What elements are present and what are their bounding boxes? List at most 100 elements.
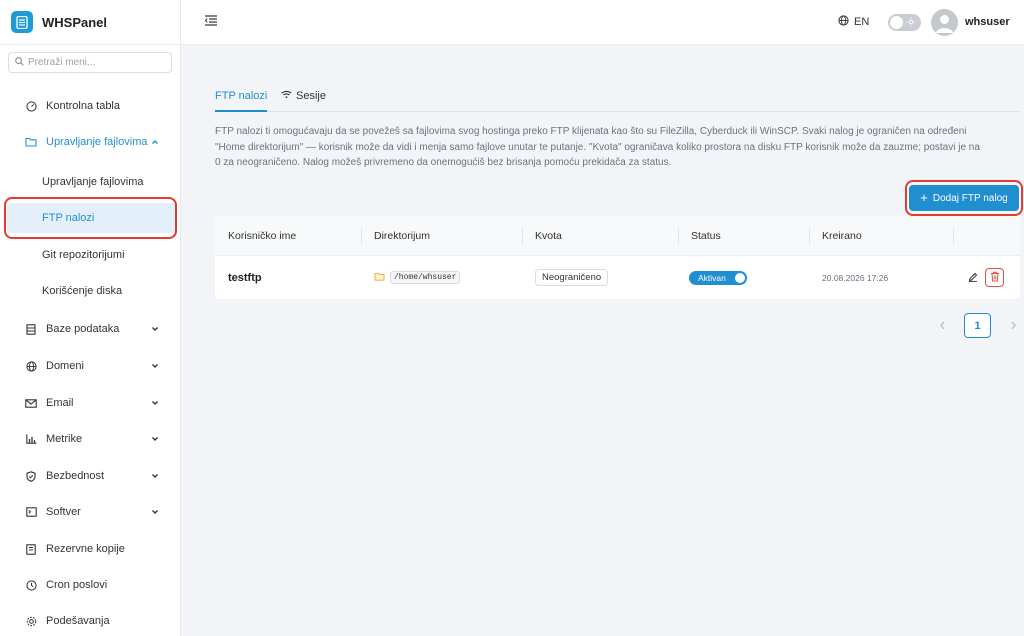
chevron-left-icon[interactable] <box>936 321 948 330</box>
button-label: Dodaj FTP nalog <box>932 192 1008 204</box>
sidebar-item-databases[interactable]: Baze podataka <box>0 314 180 344</box>
column-header[interactable]: Korisničko ime <box>228 230 296 242</box>
search-icon <box>15 56 24 69</box>
terminal-icon <box>25 506 37 518</box>
tab-label: Sesije <box>296 90 326 102</box>
menu-search[interactable] <box>8 52 172 73</box>
main-content: FTP nalozi Sesije FTP nalozi ti omogućav… <box>181 45 1024 636</box>
quota-badge: Neograničeno <box>535 269 609 286</box>
search-input[interactable] <box>28 57 158 68</box>
table-header: Korisničko ime Direktorijum Kvota Status… <box>215 216 1020 256</box>
folder-icon <box>374 272 385 284</box>
brand[interactable]: WHSPanel <box>0 0 180 45</box>
sidebar-item-cron[interactable]: Cron poslovi <box>0 570 180 600</box>
globe-icon <box>838 15 849 29</box>
column-separator <box>678 228 679 244</box>
sidebar-subitem-ftp-accounts[interactable]: FTP nalozi <box>7 203 175 233</box>
cell-quota: Neograničeno <box>535 256 609 299</box>
menu-collapse-icon[interactable] <box>204 15 219 29</box>
sidebar-item-metrics[interactable]: Metrike <box>0 424 180 454</box>
cell-actions <box>963 256 1004 299</box>
table-row: testftp /home/whsuser Neograničeno Aktiv… <box>215 256 1020 299</box>
add-ftp-account-button[interactable]: + Dodaj FTP nalog <box>909 185 1019 211</box>
tab-label: FTP nalozi <box>215 90 268 102</box>
chevron-down-icon <box>151 324 159 336</box>
sidebar-item-software[interactable]: Softver <box>0 497 180 527</box>
column-separator <box>361 228 362 244</box>
sidebar-item-email[interactable]: Email <box>0 388 180 418</box>
sidebar-item-security[interactable]: Bezbednost <box>0 461 180 491</box>
sidebar-item-label: Bezbednost <box>46 470 105 482</box>
page-number-current[interactable]: 1 <box>964 313 991 338</box>
avatar[interactable] <box>931 9 958 36</box>
column-header[interactable]: Status <box>691 230 721 242</box>
sidebar-subitem-label: Korišćenje diska <box>42 285 123 297</box>
directory-value: /home/whsuser <box>390 271 461 284</box>
toggle-knob <box>735 272 745 283</box>
theme-toggle[interactable] <box>888 14 921 31</box>
edit-button[interactable] <box>963 268 982 287</box>
sidebar-item-label: Rezervne kopije <box>46 543 125 555</box>
column-separator <box>522 228 523 244</box>
cell-directory: /home/whsuser <box>374 256 461 299</box>
cell-username: testftp <box>228 256 262 299</box>
sidebar-item-domains[interactable]: Domeni <box>0 351 180 381</box>
trash-icon <box>990 270 1000 285</box>
tab-ftp-accounts[interactable]: FTP nalozi <box>215 89 268 112</box>
backup-icon <box>25 543 37 555</box>
tab-sessions[interactable]: Sesije <box>281 89 326 112</box>
sidebar-item-label: Email <box>46 397 74 409</box>
sidebar-subitem-disk-usage[interactable]: Korišćenje diska <box>0 276 180 306</box>
sidebar-item-label: Cron poslovi <box>46 579 108 591</box>
sidebar-item-dashboard[interactable]: Kontrolna tabla <box>0 91 180 121</box>
chart-icon <box>25 433 37 445</box>
page-description: FTP nalozi ti omogućavaju da se povežeš … <box>215 126 980 168</box>
chevron-right-icon[interactable] <box>1007 321 1019 330</box>
app-name: WHSPanel <box>42 14 108 30</box>
sidebar-item-label: Softver <box>46 506 81 518</box>
status-label: Aktivan <box>698 272 726 283</box>
sidebar-item-file-management[interactable]: Upravljanje fajlovima <box>0 127 180 157</box>
username[interactable]: whsuser <box>965 16 1010 28</box>
chevron-down-icon <box>151 434 159 446</box>
pagination: 1 <box>936 313 1019 338</box>
cell-status: Aktivan <box>689 256 747 299</box>
sidebar-item-backups[interactable]: Rezervne kopije <box>0 534 180 564</box>
column-header[interactable]: Kvota <box>535 230 562 242</box>
sidebar-subitem-label: Upravljanje fajlovima <box>42 176 144 188</box>
username-value: testftp <box>228 271 262 284</box>
chevron-down-icon <box>151 361 159 373</box>
database-icon <box>25 323 37 335</box>
created-value: 20.08.2026 17:26 <box>822 272 889 283</box>
wifi-icon <box>281 90 292 102</box>
language-switcher[interactable]: EN <box>838 15 869 29</box>
sidebar-item-settings[interactable]: Podešavanja <box>0 606 180 636</box>
chevron-down-icon <box>151 398 159 410</box>
column-header[interactable]: Direktorijum <box>374 230 430 242</box>
logo-icon <box>11 11 33 33</box>
column-header[interactable]: Kreirano <box>822 230 862 242</box>
pencil-icon <box>968 270 978 285</box>
gear-icon <box>25 615 37 627</box>
sidebar-item-label: Podešavanja <box>46 615 110 627</box>
toggle-knob <box>890 16 903 29</box>
chevron-down-icon <box>151 471 159 483</box>
delete-button[interactable] <box>985 268 1004 287</box>
chevron-up-icon <box>151 137 159 149</box>
topbar: EN whsuser <box>181 0 1024 45</box>
language-label: EN <box>854 16 870 28</box>
plus-icon: + <box>920 190 928 205</box>
status-toggle[interactable]: Aktivan <box>689 270 747 285</box>
globe-icon <box>25 360 37 372</box>
sidebar-item-label: Baze podataka <box>46 323 120 335</box>
dashboard-icon <box>25 100 37 112</box>
sun-icon <box>906 17 916 30</box>
sidebar-item-label: Upravljanje fajlovima <box>46 136 148 148</box>
shield-icon <box>25 470 37 482</box>
sidebar-subitem-git[interactable]: Git repozitorijumi <box>0 240 180 270</box>
cell-created: 20.08.2026 17:26 <box>822 256 888 299</box>
sidebar-item-label: Domeni <box>46 360 84 372</box>
chevron-down-icon <box>151 507 159 519</box>
sidebar-item-label: Metrike <box>46 433 83 445</box>
sidebar-subitem-file-manager[interactable]: Upravljanje fajlovima <box>0 167 180 197</box>
